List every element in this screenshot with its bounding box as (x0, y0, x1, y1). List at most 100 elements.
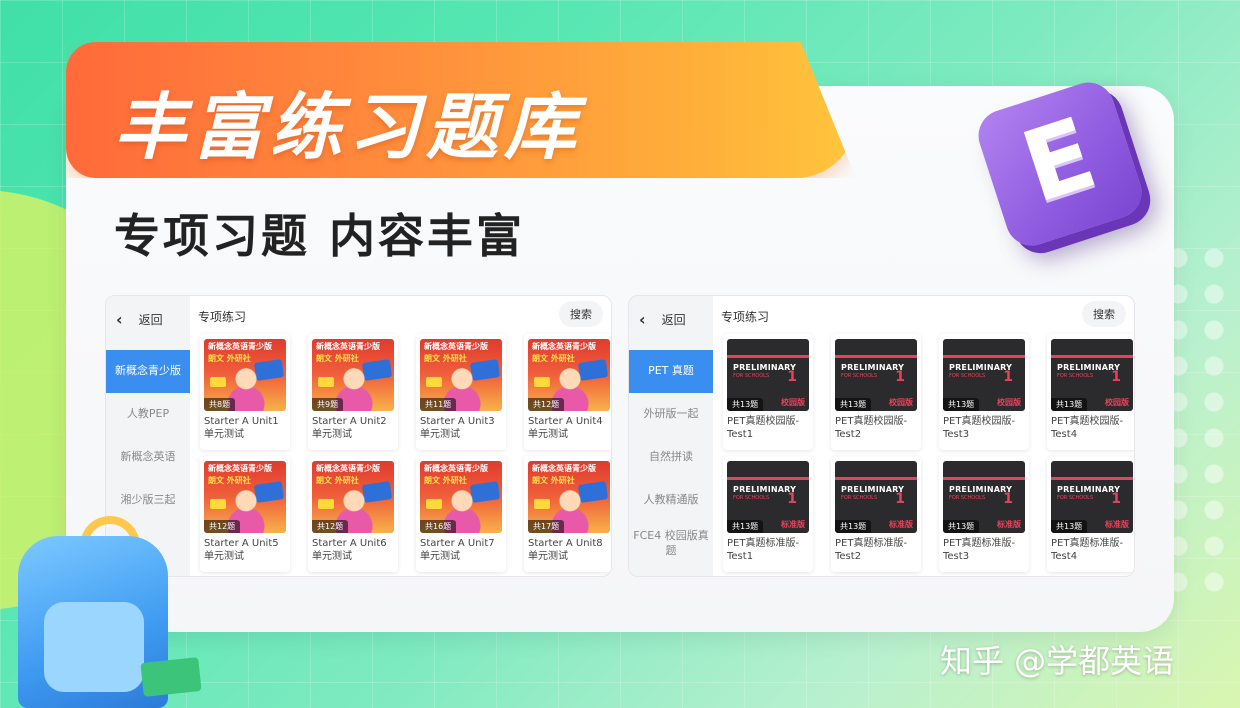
chevron-left-icon: ‹ (639, 309, 646, 329)
cover-sticker (426, 499, 442, 509)
book-card[interactable]: PRELIMINARY FOR SCHOOLS 1 校园版 共13题 PET真题校园版-T… (831, 334, 921, 450)
watermark: 知乎 @学都英语 (940, 642, 1175, 680)
left-back-button[interactable]: ‹ 返回 (116, 304, 163, 334)
cover-stripe (943, 355, 1025, 358)
cover-number: 1 (1003, 491, 1013, 507)
book-label: Starter A Unit1单元测试 (204, 416, 279, 440)
question-count: 共16题 (420, 520, 457, 533)
book-card[interactable]: 新概念英语青少版 朗文 外研社 共17题 Starter A Unit8单元测试 (524, 456, 611, 572)
question-count: 共9题 (312, 398, 344, 411)
banner-subtitle: 专项习题 内容丰富 (114, 209, 526, 263)
book-card[interactable]: 新概念英语青少版 朗文 外研社 共12题 Starter A Unit4单元测试 (524, 334, 611, 450)
cover-subtitle: FOR SCHOOLS (841, 373, 878, 379)
sidebar-item[interactable]: PET 真题 (629, 350, 713, 393)
cover-number: 1 (787, 369, 797, 385)
question-count: 共13题 (727, 398, 764, 411)
right-header-title: 专项练习 (721, 309, 770, 324)
book-label: PET真题校园版-Test3 (943, 416, 1016, 440)
book-card[interactable]: PRELIMINARY FOR SCHOOLS 1 标准版 共13题 PET真题标准版-T… (939, 456, 1029, 572)
cover-sticker (426, 377, 442, 387)
left-book-grid: 新概念英语青少版 朗文 外研社 共8题 Starter A Unit1单元测试 新概念英… (200, 334, 611, 572)
right-app-panel: ‹ 返回 PET 真题外研版一起自然拼读人教精通版FCE4 校园版真题中考错难题… (628, 295, 1135, 577)
book-card[interactable]: 新概念英语青少版 朗文 外研社 共12题 Starter A Unit6单元测试 (308, 456, 398, 572)
cover-number: 1 (1111, 491, 1121, 507)
back-label: 返回 (661, 312, 686, 327)
cover-subtitle: 朗文 外研社 (208, 476, 251, 485)
sidebar-item[interactable]: 新概念英语 (106, 436, 190, 479)
question-count: 共12题 (312, 520, 349, 533)
cover-tag: 标准版 (889, 520, 913, 529)
right-search-button[interactable]: 搜索 (1082, 301, 1126, 327)
cover-number: 1 (895, 491, 905, 507)
book-cover: 新概念英语青少版 朗文 外研社 共16题 (420, 461, 502, 533)
sidebar-item[interactable]: 人教PEP (106, 393, 190, 436)
sidebar-item[interactable]: 自然拼读 (629, 436, 713, 479)
book-cover: PRELIMINARY FOR SCHOOLS 1 校园版 共13题 (943, 339, 1025, 411)
book-label: PET真题标准版-Test2 (835, 538, 908, 562)
question-count: 共13题 (943, 520, 980, 533)
question-count: 共13题 (1051, 520, 1088, 533)
cover-subtitle: 朗文 外研社 (532, 476, 575, 485)
question-count: 共13题 (1051, 398, 1088, 411)
sidebar-item[interactable]: 中考错难题 (629, 565, 713, 576)
book-card[interactable]: 新概念英语青少版 朗文 外研社 共11题 Starter A Unit3单元测试 (416, 334, 506, 450)
cover-subtitle: FOR SCHOOLS (949, 495, 986, 501)
right-back-button[interactable]: ‹ 返回 (639, 304, 686, 334)
book-label: Starter A Unit3单元测试 (420, 416, 495, 440)
book-cover: 新概念英语青少版 朗文 外研社 共12题 (528, 339, 610, 411)
book-card[interactable]: 新概念英语青少版 朗文 外研社 共8题 Starter A Unit1单元测试 (200, 334, 290, 450)
cover-sticker (534, 499, 550, 509)
cover-number: 1 (787, 491, 797, 507)
cover-sticker (318, 377, 334, 387)
book-card[interactable]: PRELIMINARY FOR SCHOOLS 1 标准版 共13题 PET真题标准版-T… (831, 456, 921, 572)
cover-title: 新概念英语青少版 (208, 342, 272, 351)
book-cover: 新概念英语青少版 朗文 外研社 共12题 (312, 461, 394, 533)
book-cover: 新概念英语青少版 朗文 外研社 共12题 (204, 461, 286, 533)
cover-subtitle: FOR SCHOOLS (733, 373, 770, 379)
cover-tag: 标准版 (1105, 520, 1129, 529)
book-card[interactable]: PRELIMINARY FOR SCHOOLS 1 标准版 共13题 PET真题标准版-T… (1047, 456, 1134, 572)
backpack-illustration (0, 510, 202, 708)
book-label: Starter A Unit8单元测试 (528, 538, 603, 562)
backpack-pocket (44, 602, 144, 692)
book-card[interactable]: PRELIMINARY FOR SCHOOLS 1 校园版 共13题 PET真题校园版-T… (1047, 334, 1134, 450)
cover-subtitle: 朗文 外研社 (316, 354, 359, 363)
cover-subtitle: 朗文 外研社 (208, 354, 251, 363)
book-label: PET真题标准版-Test1 (727, 538, 800, 562)
book-card[interactable]: PRELIMINARY FOR SCHOOLS 1 校园版 共13题 PET真题校园版-T… (939, 334, 1029, 450)
right-sidebar: ‹ 返回 PET 真题外研版一起自然拼读人教精通版FCE4 校园版真题中考错难题 (629, 296, 713, 576)
cover-title: 新概念英语青少版 (532, 342, 596, 351)
book-cover: PRELIMINARY FOR SCHOOLS 1 校园版 共13题 (727, 339, 809, 411)
book-label: PET真题标准版-Test4 (1051, 538, 1124, 562)
cover-stripe (727, 355, 809, 358)
question-count: 共13题 (835, 520, 872, 533)
sidebar-item[interactable]: 新概念青少版 (106, 350, 190, 393)
cover-title: 新概念英语青少版 (424, 342, 488, 351)
left-search-button[interactable]: 搜索 (559, 301, 603, 327)
sidebar-item[interactable]: FCE4 校园版真题 (629, 522, 713, 565)
book-card[interactable]: 新概念英语青少版 朗文 外研社 共16题 Starter A Unit7单元测试 (416, 456, 506, 572)
book-cover: 新概念英语青少版 朗文 外研社 共11题 (420, 339, 502, 411)
book-card[interactable]: PRELIMINARY FOR SCHOOLS 1 校园版 共13题 PET真题校园版-T… (723, 334, 813, 450)
book-cover: PRELIMINARY FOR SCHOOLS 1 校园版 共13题 (835, 339, 917, 411)
cover-title: 新概念英语青少版 (316, 342, 380, 351)
book-card[interactable]: PRELIMINARY FOR SCHOOLS 1 标准版 共13题 PET真题标准版-T… (723, 456, 813, 572)
book-card[interactable]: 新概念英语青少版 朗文 外研社 共9题 Starter A Unit2单元测试 (308, 334, 398, 450)
question-count: 共11题 (420, 398, 457, 411)
cover-tag: 校园版 (781, 398, 805, 407)
cover-sticker (534, 377, 550, 387)
book-card[interactable]: 新概念英语青少版 朗文 外研社 共12题 Starter A Unit5单元测试 (200, 456, 290, 572)
book-cover: 新概念英语青少版 朗文 外研社共9题 (312, 339, 394, 411)
cover-subtitle: FOR SCHOOLS (1057, 373, 1094, 379)
book-label: PET真题校园版-Test4 (1051, 416, 1124, 440)
book-label: PET真题标准版-Test3 (943, 538, 1016, 562)
chevron-left-icon: ‹ (116, 309, 123, 329)
question-count: 共13题 (727, 520, 764, 533)
sidebar-item[interactable]: 人教精通版 (629, 479, 713, 522)
banner-title: 丰富练习题库 (114, 85, 583, 169)
book-label: PET真题校园版-Test2 (835, 416, 908, 440)
cover-number: 1 (895, 369, 905, 385)
sidebar-item[interactable]: 外研版一起 (629, 393, 713, 436)
question-count: 共17题 (528, 520, 565, 533)
cover-tag: 校园版 (1105, 398, 1129, 407)
